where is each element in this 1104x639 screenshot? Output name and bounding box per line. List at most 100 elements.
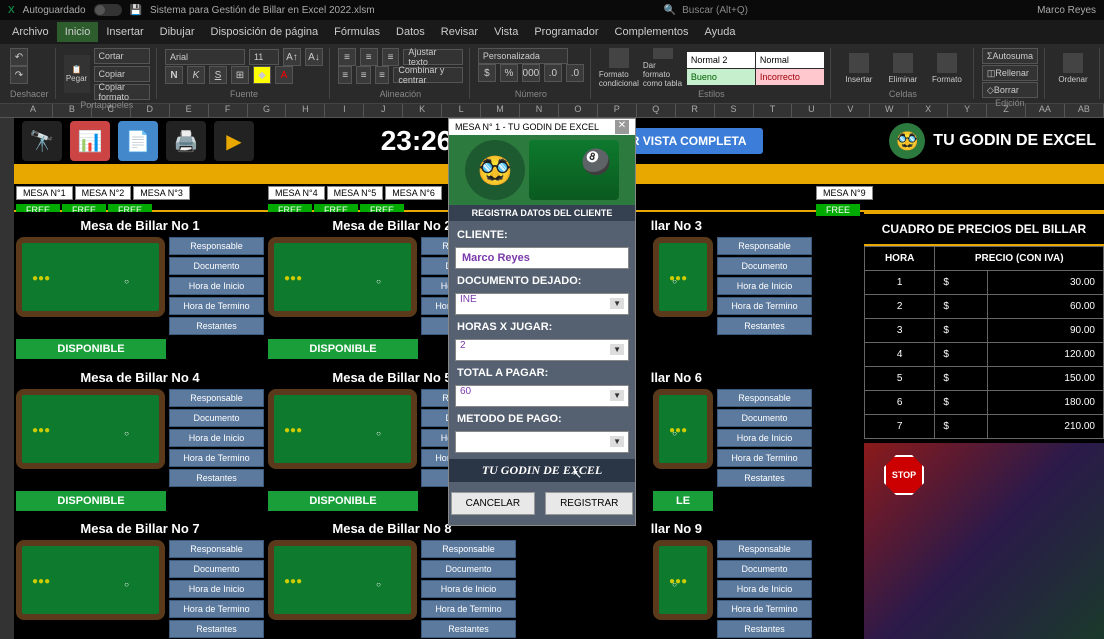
- mesa-3-hora_termino[interactable]: Hora de Termino: [717, 297, 812, 315]
- col-P[interactable]: P: [598, 104, 637, 117]
- col-U[interactable]: U: [792, 104, 831, 117]
- col-AB[interactable]: AB: [1065, 104, 1104, 117]
- mesa-9-hora_termino[interactable]: Hora de Termino: [717, 600, 812, 618]
- col-J[interactable]: J: [364, 104, 403, 117]
- mesa-1-hora_inicio[interactable]: Hora de Inicio: [169, 277, 264, 295]
- mesa-card-7[interactable]: Mesa de Billar No 7 ResponsableDocumento…: [14, 515, 266, 639]
- fill-button[interactable]: ◫ Rellenar: [982, 65, 1038, 81]
- col-H[interactable]: H: [286, 104, 325, 117]
- currency-icon[interactable]: $: [478, 64, 496, 82]
- merge-button[interactable]: Combinar y centrar: [393, 67, 463, 83]
- font-name-select[interactable]: Arial: [165, 49, 245, 65]
- document-icon[interactable]: 📄: [118, 121, 158, 161]
- col-Z[interactable]: Z: [987, 104, 1026, 117]
- mesa-4-hora_inicio[interactable]: Hora de Inicio: [169, 429, 264, 447]
- redo-icon[interactable]: ↷: [10, 66, 28, 84]
- mesa-6-hora_inicio[interactable]: Hora de Inicio: [717, 429, 812, 447]
- mesa-card-9[interactable]: llar No 9 ResponsableDocumentoHora de In…: [518, 515, 814, 639]
- decrease-decimal-icon[interactable]: .0: [566, 64, 584, 82]
- col-T[interactable]: T: [754, 104, 793, 117]
- binoculars-icon[interactable]: 🔭: [22, 121, 62, 161]
- paste-button[interactable]: 📋Pegar: [64, 55, 90, 93]
- mesa-7-hora_termino[interactable]: Hora de Termino: [169, 600, 264, 618]
- font-size-select[interactable]: 11: [249, 49, 279, 65]
- number-format-select[interactable]: Personalizada: [478, 48, 568, 64]
- menu-ayuda[interactable]: Ayuda: [697, 22, 744, 42]
- mesa-tab-3[interactable]: MESA N°3: [133, 186, 190, 200]
- bold-icon[interactable]: N: [165, 66, 183, 84]
- mesa-6-documento[interactable]: Documento: [717, 409, 812, 427]
- align-right-icon[interactable]: ≡: [375, 66, 389, 84]
- sort-button[interactable]: Ordenar: [1053, 48, 1093, 88]
- metodo-select[interactable]: [455, 431, 629, 453]
- horas-select[interactable]: 2: [455, 339, 629, 361]
- mesa-4-hora_termino[interactable]: Hora de Termino: [169, 449, 264, 467]
- col-S[interactable]: S: [715, 104, 754, 117]
- delete-cells-button[interactable]: Eliminar: [883, 48, 923, 88]
- menu-revisar[interactable]: Revisar: [433, 22, 486, 42]
- cancel-button[interactable]: CANCELAR: [451, 492, 535, 515]
- style-normal2[interactable]: Normal 2: [687, 52, 755, 68]
- printer-icon[interactable]: 🖨️: [166, 121, 206, 161]
- mesa-tab-2[interactable]: MESA N°2: [75, 186, 132, 200]
- modal-close-button[interactable]: ✕: [615, 120, 629, 134]
- mesa-7-documento[interactable]: Documento: [169, 560, 264, 578]
- col-W[interactable]: W: [870, 104, 909, 117]
- conditional-format-button[interactable]: Formato condicional: [599, 48, 639, 88]
- col-Y[interactable]: Y: [948, 104, 987, 117]
- mesa-tab-9[interactable]: MESA N°9: [816, 186, 873, 200]
- mesa-7-hora_inicio[interactable]: Hora de Inicio: [169, 580, 264, 598]
- align-left-icon[interactable]: ≡: [338, 66, 352, 84]
- mesa-3-responsable[interactable]: Responsable: [717, 237, 812, 255]
- mesa-3-documento[interactable]: Documento: [717, 257, 812, 275]
- autosum-button[interactable]: Σ Autosuma: [982, 48, 1038, 64]
- increase-decimal-icon[interactable]: .0: [544, 64, 562, 82]
- mesa-6-responsable[interactable]: Responsable: [717, 389, 812, 407]
- search-placeholder[interactable]: Buscar (Alt+Q): [682, 5, 748, 16]
- percent-icon[interactable]: %: [500, 64, 518, 82]
- col-C[interactable]: C: [92, 104, 131, 117]
- copy-button[interactable]: Copiar: [94, 66, 150, 82]
- col-E[interactable]: E: [170, 104, 209, 117]
- mesa-3-restantes[interactable]: Restantes: [717, 317, 812, 335]
- mesa-9-documento[interactable]: Documento: [717, 560, 812, 578]
- autosave-toggle[interactable]: [94, 4, 122, 16]
- font-color-icon[interactable]: A: [275, 66, 293, 84]
- col-I[interactable]: I: [325, 104, 364, 117]
- menu-formulas[interactable]: Fórmulas: [326, 22, 388, 42]
- mesa-7-restantes[interactable]: Restantes: [169, 620, 264, 638]
- col-R[interactable]: R: [676, 104, 715, 117]
- user-name[interactable]: Marco Reyes: [1037, 5, 1096, 16]
- col-K[interactable]: K: [403, 104, 442, 117]
- col-B[interactable]: B: [53, 104, 92, 117]
- style-bueno[interactable]: Bueno: [687, 69, 755, 85]
- insert-cells-button[interactable]: Insertar: [839, 48, 879, 88]
- cut-button[interactable]: Cortar: [94, 48, 150, 64]
- menu-vista[interactable]: Vista: [486, 22, 526, 42]
- total-select[interactable]: 60: [455, 385, 629, 407]
- mesa-8-documento[interactable]: Documento: [421, 560, 516, 578]
- col-G[interactable]: G: [248, 104, 287, 117]
- menu-complementos[interactable]: Complementos: [607, 22, 697, 42]
- mesa-card-1[interactable]: Mesa de Billar No 1 ResponsableDocumento…: [14, 212, 266, 364]
- style-incorrecto[interactable]: Incorrecto: [756, 69, 824, 85]
- col-F[interactable]: F: [209, 104, 248, 117]
- cliente-input[interactable]: [455, 247, 629, 269]
- align-top-icon[interactable]: ≡: [338, 48, 356, 66]
- decrease-font-icon[interactable]: A↓: [305, 48, 323, 66]
- col-M[interactable]: M: [481, 104, 520, 117]
- fill-color-icon[interactable]: ◆: [253, 66, 271, 84]
- col-AA[interactable]: AA: [1026, 104, 1065, 117]
- col-Q[interactable]: Q: [637, 104, 676, 117]
- col-O[interactable]: O: [559, 104, 598, 117]
- mesa-tab-4[interactable]: MESA N°4: [268, 186, 325, 200]
- align-bottom-icon[interactable]: ≡: [382, 48, 400, 66]
- clear-button[interactable]: ◇ Borrar: [982, 82, 1038, 98]
- mesa-tab-1[interactable]: MESA N°1: [16, 186, 73, 200]
- menu-programador[interactable]: Programador: [526, 22, 606, 42]
- underline-icon[interactable]: S: [209, 66, 227, 84]
- menu-insertar[interactable]: Insertar: [98, 22, 151, 42]
- play-icon[interactable]: ▶: [214, 121, 254, 161]
- menu-datos[interactable]: Datos: [388, 22, 433, 42]
- format-table-button[interactable]: Dar formato como tabla: [643, 48, 683, 88]
